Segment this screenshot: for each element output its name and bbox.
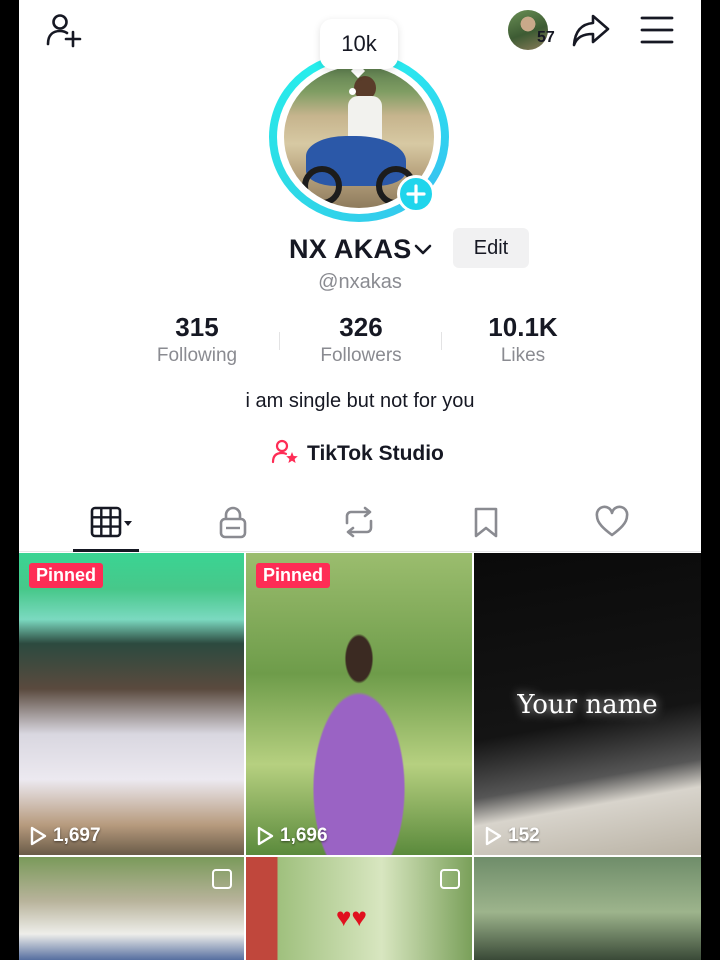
active-tab-indicator <box>73 549 139 552</box>
heart-emoji-icon: ♥♥ <box>336 902 367 932</box>
bookmark-icon <box>474 507 498 538</box>
view-count: 1,697 <box>29 825 101 847</box>
note-bubble-text: 10k <box>341 31 377 56</box>
menu-icon[interactable] <box>635 8 679 52</box>
avatar-photo-wheel <box>302 166 342 206</box>
play-icon <box>485 826 502 846</box>
studio-icon <box>271 438 299 471</box>
video-tile[interactable]: Pinned 1,696 <box>246 553 472 855</box>
chevron-down-icon[interactable] <box>412 239 434 266</box>
followers-label: Followers <box>320 345 402 366</box>
following-count: 315 <box>175 312 219 342</box>
video-overlay-text: Your name <box>517 690 658 720</box>
tab-videos[interactable] <box>75 500 137 544</box>
profile-bio: i am single but not for you <box>245 390 475 412</box>
video-tile[interactable]: ♥♥ <box>246 857 472 960</box>
photo-carousel-icon <box>212 869 232 889</box>
followers-stat[interactable]: 326 Followers <box>291 312 431 367</box>
profile-name[interactable]: NX AKAS <box>289 234 412 265</box>
profile-stats: 315 Following 326 Followers 10.1K Likes <box>19 312 701 372</box>
add-friend-icon[interactable] <box>41 8 85 52</box>
pinned-badge: Pinned <box>256 563 331 588</box>
view-count-value: 152 <box>508 825 540 846</box>
name-row: NX AKAS Edit <box>19 228 701 272</box>
play-icon <box>257 826 274 846</box>
likes-label: Likes <box>500 345 546 366</box>
note-bubble[interactable]: 10k <box>320 19 398 69</box>
add-story-button[interactable] <box>397 175 435 213</box>
view-count: 152 <box>484 825 540 847</box>
video-tile[interactable] <box>474 857 701 960</box>
likes-count: 10.1K <box>488 312 558 342</box>
view-count: 1,696 <box>256 825 328 847</box>
view-count-value: 1,697 <box>53 825 101 846</box>
stat-divider <box>279 332 280 350</box>
repost-icon <box>345 506 373 538</box>
following-label: Following <box>156 345 238 366</box>
studio-label: TikTok Studio <box>307 442 444 465</box>
tiktok-studio-link[interactable]: TikTok Studio <box>271 438 444 470</box>
play-icon <box>30 826 47 846</box>
video-tile[interactable] <box>19 857 244 960</box>
heart-icon <box>595 505 629 537</box>
edit-profile-button[interactable]: Edit <box>453 228 529 268</box>
tab-liked[interactable] <box>582 500 642 544</box>
following-stat[interactable]: 315 Following <box>127 312 267 367</box>
profile-screen: 57 10k NX AKAS Edit @nxakas 315 Followin… <box>19 0 701 960</box>
photo-carousel-icon <box>440 869 460 889</box>
bubble-dot <box>349 88 356 95</box>
lock-icon <box>219 506 247 539</box>
followers-count: 326 <box>339 312 383 342</box>
view-count-value: 1,696 <box>280 825 328 846</box>
likes-stat[interactable]: 10.1K Likes <box>453 312 593 367</box>
video-tile[interactable]: Pinned 1,697 <box>19 553 244 855</box>
notification-count: 57 <box>537 29 555 46</box>
grid-icon <box>90 506 132 538</box>
tab-reposts[interactable] <box>329 500 389 544</box>
video-tile[interactable]: Your name 152 <box>474 553 701 855</box>
profile-tabs <box>19 494 701 552</box>
pinned-badge: Pinned <box>29 563 104 588</box>
share-icon[interactable] <box>569 8 613 52</box>
tab-private[interactable] <box>203 500 263 544</box>
plus-icon <box>406 184 426 204</box>
username-handle: @nxakas <box>318 271 402 293</box>
tab-favorites[interactable] <box>456 500 516 544</box>
stat-divider <box>441 332 442 350</box>
video-grid: Pinned 1,697 Pinned 1,696 Your name 152 … <box>19 553 701 960</box>
